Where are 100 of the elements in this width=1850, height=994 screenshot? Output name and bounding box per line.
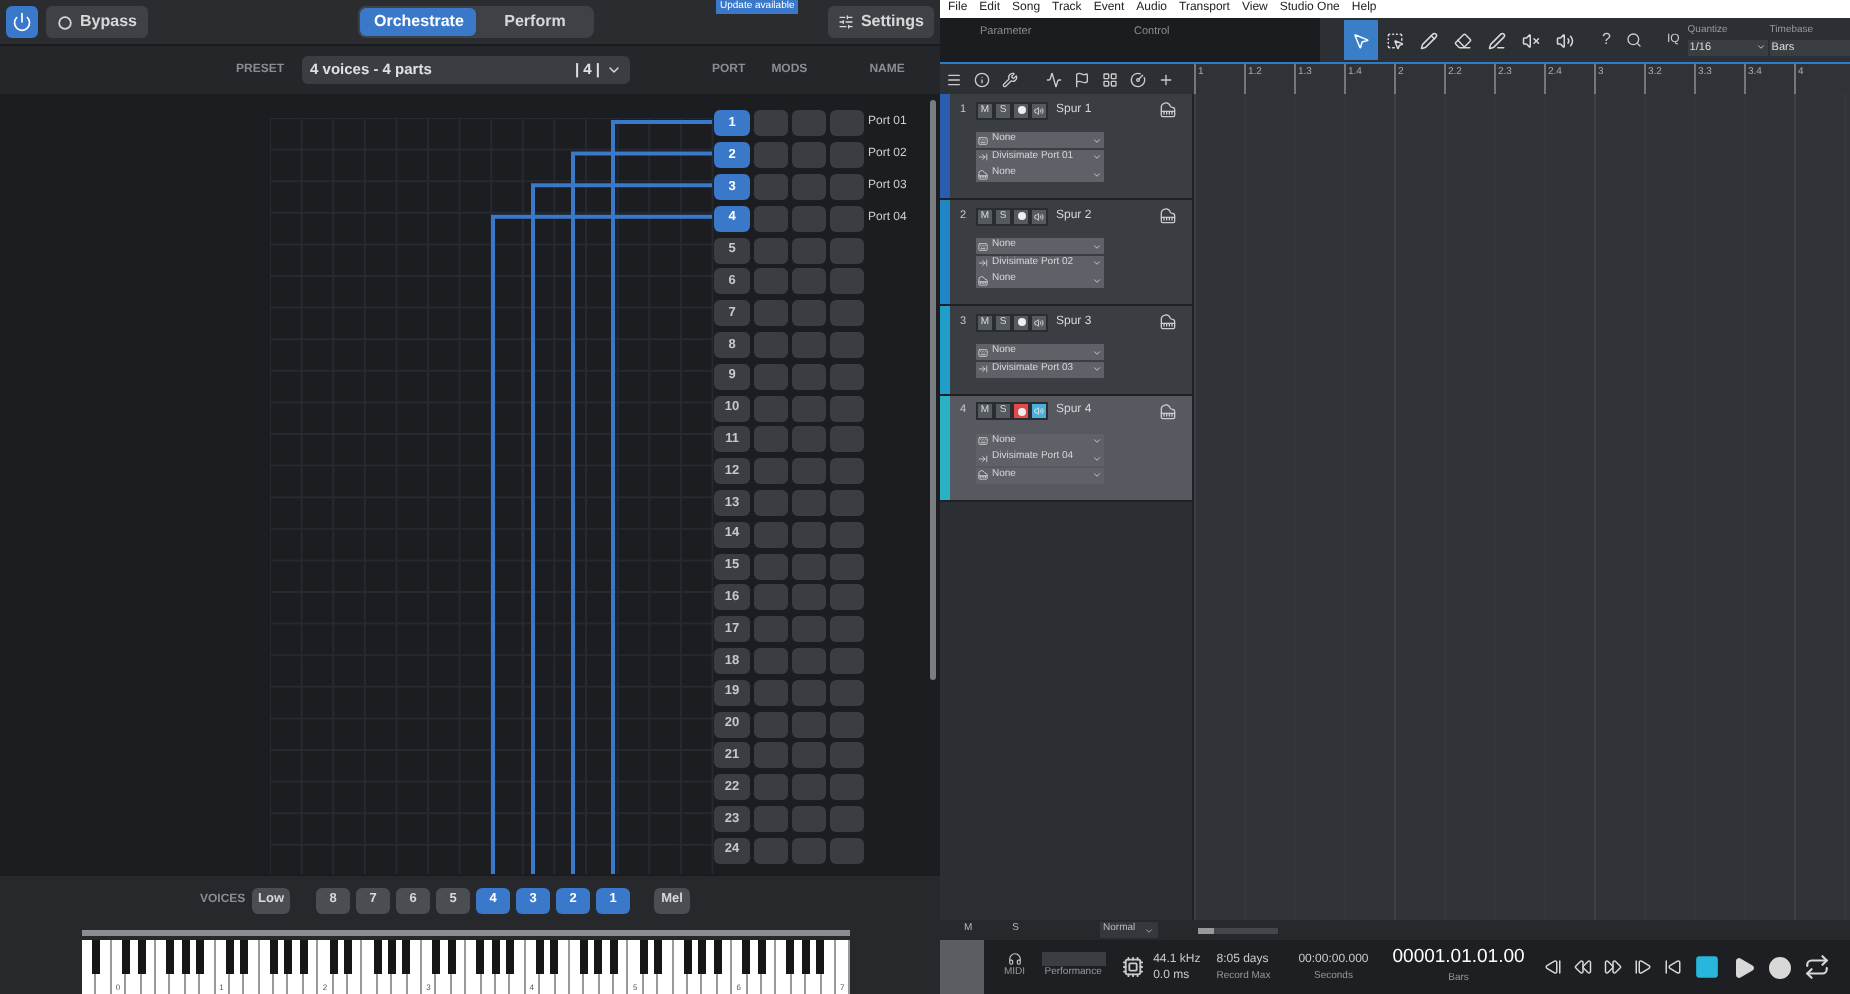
sharp-key[interactable] — [713, 940, 722, 974]
sharp-key[interactable] — [550, 940, 559, 974]
sharp-key[interactable] — [742, 940, 751, 974]
mod-slot[interactable] — [754, 363, 788, 390]
record-arm-button[interactable] — [1012, 101, 1030, 119]
mod-slot[interactable] — [792, 774, 826, 801]
sharp-key[interactable] — [506, 940, 515, 974]
sharp-key[interactable] — [329, 940, 338, 974]
sharp-key[interactable] — [166, 940, 175, 974]
info-icon[interactable] — [974, 71, 990, 87]
sharp-key[interactable] — [639, 940, 648, 974]
sharp-key[interactable] — [757, 940, 766, 974]
mod-slot[interactable] — [754, 173, 788, 200]
mod-slot[interactable] — [830, 805, 864, 832]
sharp-key[interactable] — [801, 940, 810, 974]
sharp-key[interactable] — [476, 940, 485, 974]
mod-slot[interactable] — [830, 553, 864, 580]
mod-slot[interactable] — [830, 837, 864, 864]
mod-slot[interactable] — [792, 173, 826, 200]
mod-slot[interactable] — [830, 458, 864, 485]
sharp-key[interactable] — [225, 940, 234, 974]
mod-slot[interactable] — [754, 268, 788, 295]
mod-slot[interactable] — [754, 521, 788, 548]
mod-slot[interactable] — [754, 616, 788, 643]
sharp-key[interactable] — [816, 940, 825, 974]
mod-slot[interactable] — [792, 584, 826, 611]
mod-slot[interactable] — [830, 679, 864, 706]
sharp-key[interactable] — [683, 940, 692, 974]
mod-slot[interactable] — [754, 331, 788, 358]
sharp-key[interactable] — [284, 940, 293, 974]
mod-slot[interactable] — [830, 616, 864, 643]
mod-slot[interactable] — [830, 521, 864, 548]
mod-slot[interactable] — [830, 395, 864, 422]
menu-icon[interactable] — [946, 71, 962, 87]
mod-slot[interactable] — [754, 142, 788, 169]
mod-slot[interactable] — [830, 205, 864, 232]
search-icon[interactable] — [1626, 32, 1643, 48]
mod-slot[interactable] — [754, 647, 788, 674]
mod-slot[interactable] — [754, 584, 788, 611]
sharp-key[interactable] — [580, 940, 589, 974]
mode-tab[interactable]: Orchestrate — [360, 8, 477, 36]
sharp-key[interactable] — [432, 940, 441, 974]
mod-slot[interactable] — [792, 395, 826, 422]
mod-slot[interactable] — [830, 584, 864, 611]
mod-slot[interactable] — [830, 268, 864, 295]
gauge-icon[interactable] — [1130, 71, 1146, 87]
sharp-key[interactable] — [447, 940, 456, 974]
monitor-button[interactable] — [1030, 101, 1048, 119]
sharp-key[interactable] — [373, 940, 382, 974]
mod-slot[interactable] — [792, 205, 826, 232]
sharp-key[interactable] — [786, 940, 795, 974]
sharp-key[interactable] — [240, 940, 249, 974]
power-button[interactable] — [6, 6, 38, 38]
mod-slot[interactable] — [754, 679, 788, 706]
monitor-button[interactable] — [1030, 207, 1048, 225]
bypass-button[interactable]: Bypass — [46, 6, 149, 38]
mod-slot[interactable] — [792, 237, 826, 264]
mod-slot[interactable] — [754, 742, 788, 769]
help-button[interactable]: ? — [1602, 28, 1611, 52]
mod-slot[interactable] — [792, 616, 826, 643]
sharp-key[interactable] — [698, 940, 707, 974]
mod-slot[interactable] — [792, 268, 826, 295]
sharp-key[interactable] — [402, 940, 411, 974]
wrench-icon[interactable] — [1002, 71, 1018, 87]
transport-button[interactable] — [1764, 951, 1797, 983]
mod-slot[interactable] — [792, 489, 826, 516]
sharp-key[interactable] — [343, 940, 352, 974]
scrollbar[interactable] — [930, 100, 936, 680]
mod-slot[interactable] — [754, 805, 788, 832]
sharp-key[interactable] — [535, 940, 544, 974]
sharp-key[interactable] — [122, 940, 131, 974]
sharp-key[interactable] — [299, 940, 308, 974]
mod-slot[interactable] — [830, 237, 864, 264]
mod-slot[interactable] — [792, 300, 826, 327]
mod-slot[interactable] — [754, 711, 788, 738]
mod-slot[interactable] — [754, 489, 788, 516]
mod-slot[interactable] — [830, 647, 864, 674]
mod-slot[interactable] — [830, 110, 864, 137]
mod-slot[interactable] — [754, 458, 788, 485]
mod-slot[interactable] — [792, 363, 826, 390]
sharp-key[interactable] — [137, 940, 146, 974]
flag-icon[interactable] — [1074, 71, 1090, 87]
mod-slot[interactable] — [830, 489, 864, 516]
sharp-key[interactable] — [491, 940, 500, 974]
sharp-key[interactable] — [196, 940, 205, 974]
mod-slot[interactable] — [792, 742, 826, 769]
sharp-key[interactable] — [594, 940, 603, 974]
mod-slot[interactable] — [792, 426, 826, 453]
mod-slot[interactable] — [830, 142, 864, 169]
sharp-key[interactable] — [92, 940, 101, 974]
mod-slot[interactable] — [830, 426, 864, 453]
mod-slot[interactable] — [830, 742, 864, 769]
mod-slot[interactable] — [754, 237, 788, 264]
mod-slot[interactable] — [830, 711, 864, 738]
grid-icon[interactable] — [1102, 71, 1118, 87]
mod-slot[interactable] — [792, 679, 826, 706]
mod-slot[interactable] — [792, 458, 826, 485]
mod-slot[interactable] — [792, 142, 826, 169]
settings-button[interactable]: Settings — [828, 6, 934, 38]
mod-slot[interactable] — [830, 173, 864, 200]
